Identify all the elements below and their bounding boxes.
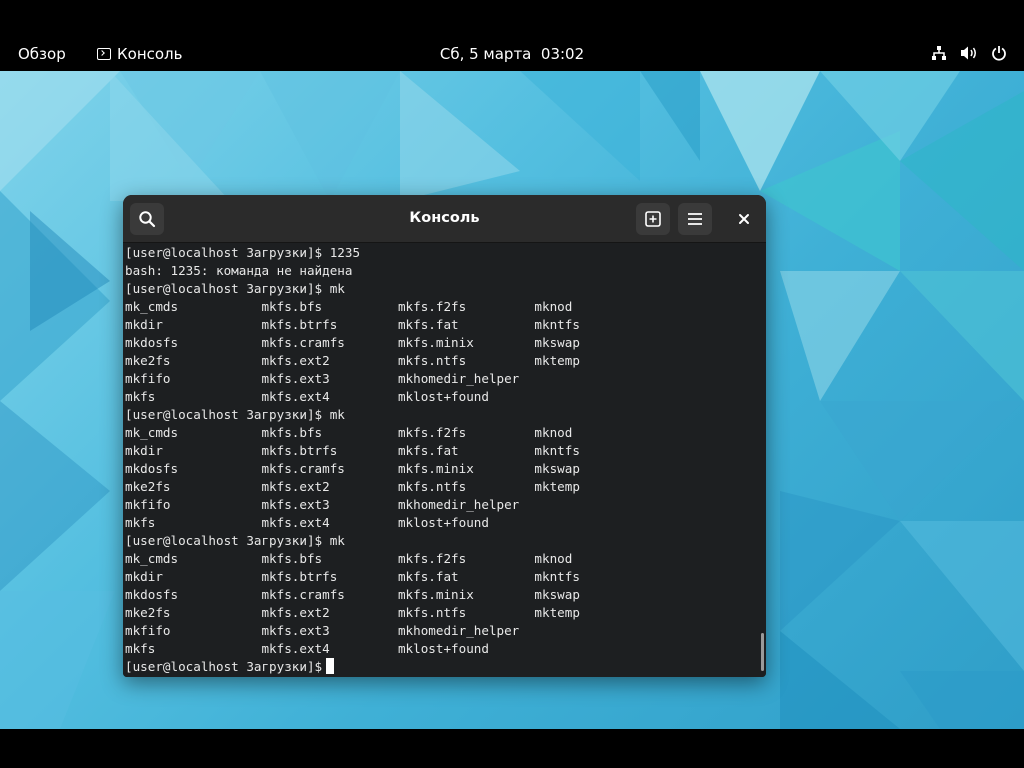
terminal-line: mkdosfs mkfs.cramfs mkfs.minix mkswap — [125, 461, 580, 476]
terminal-line: [user@localhost Загрузки]$ mk — [125, 407, 345, 422]
clock-button[interactable]: Сб, 5 марта 03:02 — [440, 44, 584, 64]
new-tab-icon — [645, 211, 661, 227]
terminal-content[interactable]: [user@localhost Загрузки]$ 1235 bash: 123… — [123, 243, 766, 677]
terminal-line: [user@localhost Загрузки]$ mk — [125, 533, 345, 548]
terminal-window[interactable]: Консоль [user@localhost Загрузки]$ 1235 b… — [123, 195, 766, 677]
text-cursor — [326, 658, 335, 674]
terminal-line: mkfifo mkfs.ext3 mkhomedir_helper — [125, 371, 520, 386]
scrollbar[interactable] — [761, 633, 764, 671]
terminal-line: mke2fs mkfs.ext2 mkfs.ntfs mktemp — [125, 479, 580, 494]
system-indicators[interactable] — [930, 44, 1008, 62]
terminal-line: mkdir mkfs.btrfs mkfs.fat mkntfs — [125, 569, 580, 584]
terminal-line: mkdosfs mkfs.cramfs mkfs.minix mkswap — [125, 335, 580, 350]
power-icon[interactable] — [990, 44, 1008, 62]
terminal-prompt-line: [user@localhost Загрузки]$ — [125, 658, 580, 676]
terminal-line: mk_cmds mkfs.bfs mkfs.f2fs mknod — [125, 425, 573, 440]
terminal-prompt: [user@localhost Загрузки]$ — [125, 659, 323, 674]
terminal-output[interactable]: [user@localhost Загрузки]$ 1235 bash: 123… — [125, 244, 580, 676]
terminal-line: bash: 1235: команда не найдена — [125, 263, 353, 278]
header-bar[interactable]: Консоль — [123, 195, 766, 243]
new-tab-button[interactable] — [636, 203, 670, 235]
terminal-line: mke2fs mkfs.ext2 mkfs.ntfs mktemp — [125, 605, 580, 620]
terminal-line: mkfifo mkfs.ext3 mkhomedir_helper — [125, 497, 520, 512]
search-icon — [139, 211, 156, 228]
bottom-bar — [0, 729, 1024, 768]
top-bar: Обзор Консоль Сб, 5 марта 03:02 — [0, 0, 1024, 71]
terminal-line: mkfs mkfs.ext4 mklost+found — [125, 641, 489, 656]
hamburger-menu-icon — [688, 213, 702, 225]
terminal-line: mke2fs mkfs.ext2 mkfs.ntfs mktemp — [125, 353, 580, 368]
terminal-line: mk_cmds mkfs.bfs mkfs.f2fs mknod — [125, 299, 573, 314]
terminal-line: mkdir mkfs.btrfs mkfs.fat mkntfs — [125, 317, 580, 332]
terminal-line: mkdosfs mkfs.cramfs mkfs.minix mkswap — [125, 587, 580, 602]
terminal-line: mkfs mkfs.ext4 mklost+found — [125, 389, 489, 404]
terminal-line: mkdir mkfs.btrfs mkfs.fat mkntfs — [125, 443, 580, 458]
clock-container: Сб, 5 марта 03:02 — [0, 44, 1024, 64]
terminal-line: mkfifo mkfs.ext3 mkhomedir_helper — [125, 623, 520, 638]
search-button[interactable] — [130, 203, 164, 235]
terminal-line: mk_cmds mkfs.bfs mkfs.f2fs mknod — [125, 551, 573, 566]
volume-icon[interactable] — [960, 44, 978, 62]
main-menu-button[interactable] — [678, 203, 712, 235]
network-icon[interactable] — [930, 44, 948, 62]
close-icon — [739, 214, 749, 224]
terminal-line: [user@localhost Загрузки]$ mk — [125, 281, 345, 296]
terminal-line: [user@localhost Загрузки]$ 1235 — [125, 245, 361, 260]
close-button[interactable] — [727, 203, 761, 235]
terminal-line: mkfs mkfs.ext4 mklost+found — [125, 515, 489, 530]
